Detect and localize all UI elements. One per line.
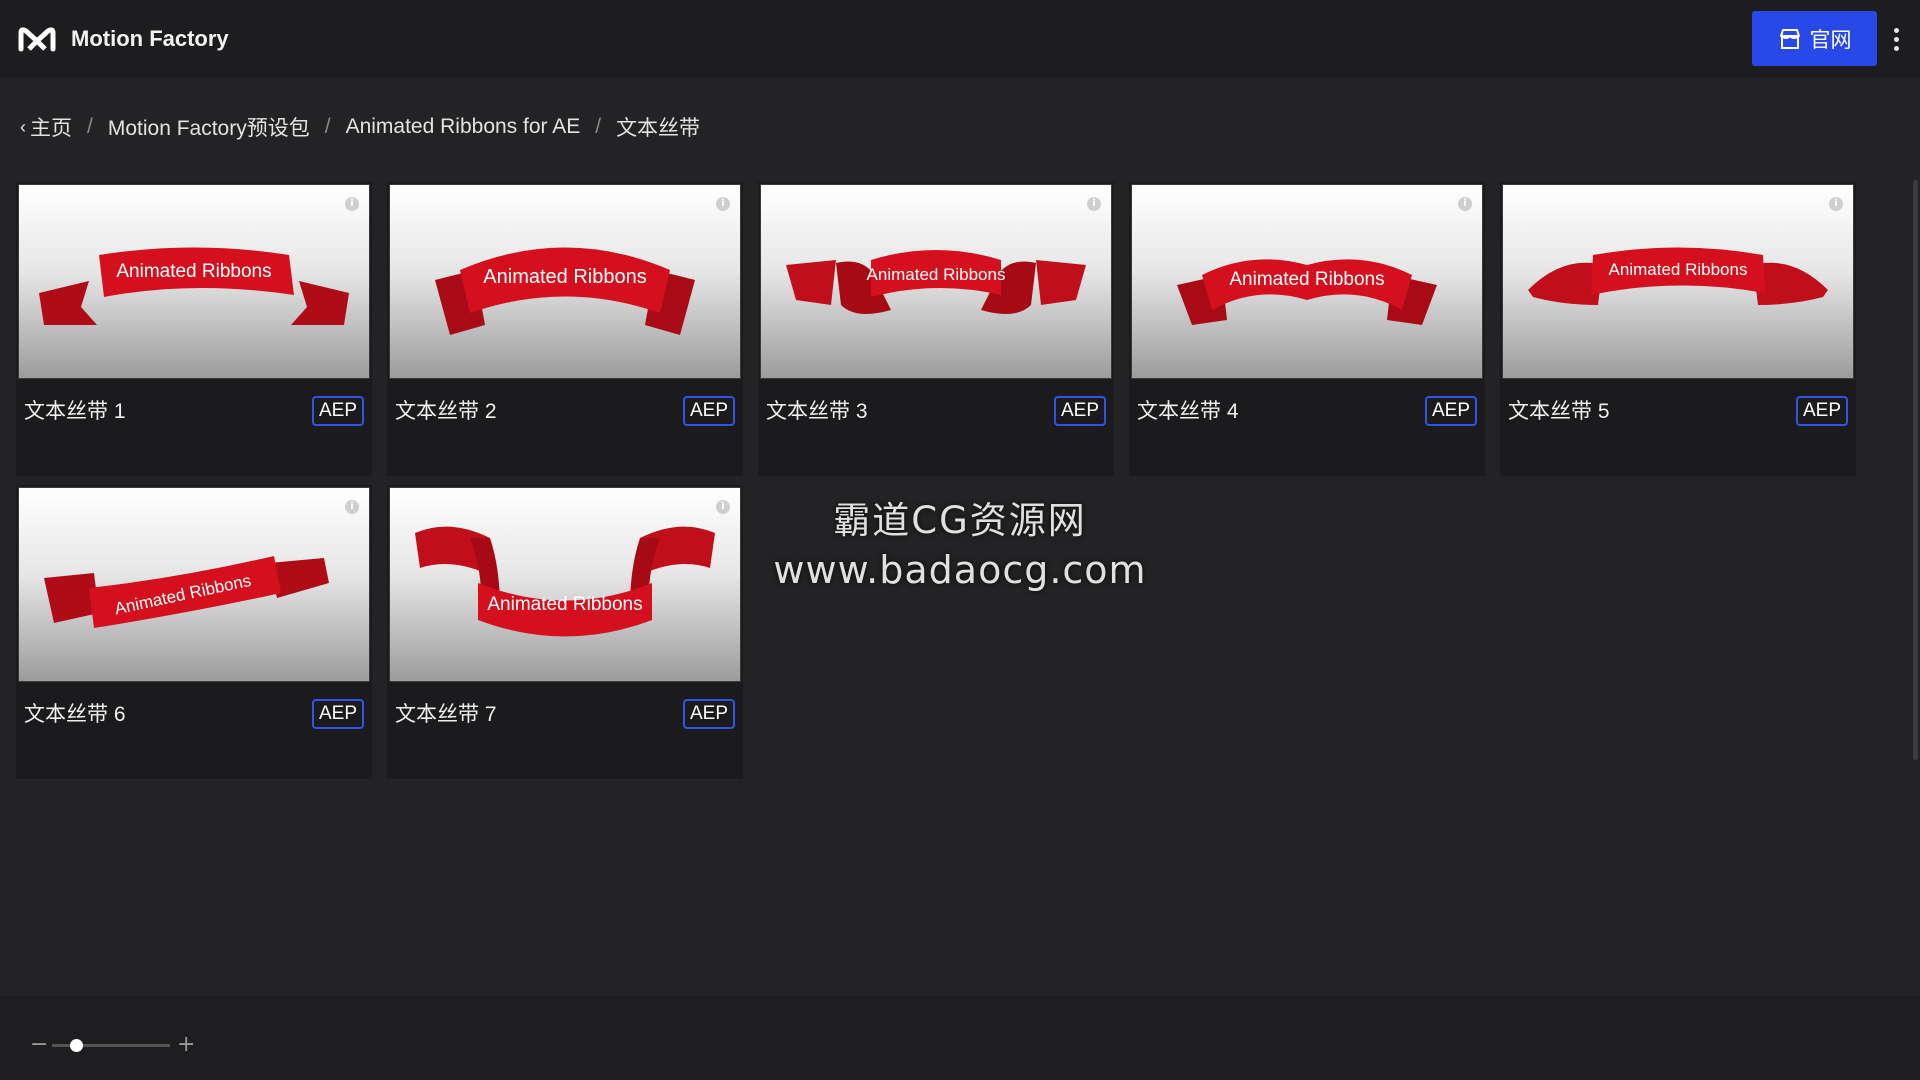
preset-card[interactable]: Animated Ribbons i 文本丝带 1 AEP: [16, 182, 372, 476]
back-chevron-icon[interactable]: ‹: [20, 117, 26, 138]
preset-card[interactable]: Animated Ribbons i 文本丝带 2 AEP: [387, 182, 743, 476]
watermark-line-1: 霸道CG资源网: [833, 499, 1087, 542]
motion-factory-logo-icon: [18, 26, 56, 51]
top-bar: Motion Factory 官网: [0, 0, 1920, 77]
preset-title: 文本丝带 4: [1137, 400, 1239, 423]
info-icon[interactable]: i: [1087, 197, 1101, 211]
app-title: Motion Factory: [71, 25, 229, 51]
format-badge: AEP: [1796, 396, 1848, 426]
watermark: 霸道CG资源网 www.badaocg.com: [760, 490, 1160, 592]
ribbon-image: Animated Ribbons: [435, 247, 695, 335]
vertical-scrollbar[interactable]: [1913, 180, 1918, 760]
preset-title: 文本丝带 5: [1508, 400, 1610, 423]
format-badge: AEP: [312, 699, 364, 729]
ribbon-text: Animated Ribbons: [1229, 269, 1384, 290]
preset-card[interactable]: Animated Ribbons i 文本丝带 6 AEP: [16, 485, 372, 779]
more-vertical-icon[interactable]: [1886, 22, 1906, 56]
ribbon-image: Animated Ribbons: [39, 247, 349, 325]
info-icon[interactable]: i: [716, 500, 730, 514]
info-icon[interactable]: i: [345, 500, 359, 514]
preset-thumbnail[interactable]: Animated Ribbons i: [18, 184, 370, 379]
preset-card[interactable]: Animated Ribbons i 文本丝带 3 AEP: [758, 182, 1114, 476]
ribbon-image: Animated Ribbons: [786, 250, 1086, 314]
preset-thumbnail[interactable]: Animated Ribbons i: [389, 184, 741, 379]
format-badge: AEP: [683, 699, 735, 729]
ribbon-text: Animated Ribbons: [483, 266, 646, 288]
ribbon-image: Animated Ribbons: [1177, 259, 1437, 325]
official-site-button[interactable]: 官网: [1752, 11, 1877, 66]
official-site-label: 官网: [1809, 28, 1852, 52]
zoom-slider-handle[interactable]: [69, 1039, 83, 1052]
zoom-in-button[interactable]: +: [177, 1034, 195, 1056]
preset-title: 文本丝带 1: [24, 400, 126, 423]
ribbon-text: Animated Ribbons: [1609, 260, 1748, 279]
preset-title: 文本丝带 2: [395, 400, 497, 423]
ribbon-image: Animated Ribbons: [44, 556, 329, 628]
preset-card[interactable]: Animated Ribbons i 文本丝带 5 AEP: [1500, 182, 1856, 476]
preset-title: 文本丝带 3: [766, 400, 868, 423]
preset-thumbnail[interactable]: Animated Ribbons i: [18, 487, 370, 682]
preset-thumbnail[interactable]: Animated Ribbons i: [389, 487, 741, 682]
info-icon[interactable]: i: [1458, 197, 1472, 211]
format-badge: AEP: [312, 396, 364, 426]
storefront-icon: [1779, 28, 1800, 49]
bottom-bar: [0, 996, 1920, 1080]
watermark-line-2: www.badaocg.com: [773, 548, 1147, 592]
info-icon[interactable]: i: [345, 197, 359, 211]
ribbon-image: Animated Ribbons: [415, 526, 715, 637]
breadcrumb-separator: /: [87, 115, 93, 138]
ribbon-image: Animated Ribbons: [1528, 247, 1828, 305]
breadcrumb-separator: /: [324, 115, 331, 138]
preset-thumbnail[interactable]: Animated Ribbons i: [1131, 184, 1483, 379]
zoom-out-button[interactable]: −: [30, 1034, 48, 1056]
breadcrumb-preset-pack[interactable]: Motion Factory预设包: [108, 112, 310, 142]
ribbon-text: Animated Ribbons: [487, 594, 642, 615]
preset-thumbnail[interactable]: Animated Ribbons i: [1502, 184, 1854, 379]
breadcrumb-ribbons-collection[interactable]: Animated Ribbons for AE: [346, 115, 581, 139]
ribbon-text: Animated Ribbons: [867, 265, 1006, 284]
breadcrumb-current: 文本丝带: [616, 117, 701, 140]
format-badge: AEP: [683, 396, 735, 426]
preset-card[interactable]: Animated Ribbons i 文本丝带 4 AEP: [1129, 182, 1485, 476]
logo[interactable]: Motion Factory: [17, 23, 229, 55]
breadcrumb-separator: /: [595, 115, 602, 138]
format-badge: AEP: [1425, 396, 1477, 426]
preset-card[interactable]: Animated Ribbons i 文本丝带 7 AEP: [387, 485, 743, 779]
preset-thumbnail[interactable]: Animated Ribbons i: [760, 184, 1112, 379]
breadcrumb-home[interactable]: 主页: [30, 112, 72, 142]
format-badge: AEP: [1054, 396, 1106, 426]
ribbon-text: Animated Ribbons: [116, 261, 271, 282]
info-icon[interactable]: i: [1829, 197, 1843, 211]
breadcrumb: ‹ 主页 / Motion Factory预设包 / Animated Ribb…: [20, 112, 700, 142]
info-icon[interactable]: i: [716, 197, 730, 211]
preset-title: 文本丝带 6: [24, 703, 126, 726]
preset-title: 文本丝带 7: [395, 703, 497, 726]
